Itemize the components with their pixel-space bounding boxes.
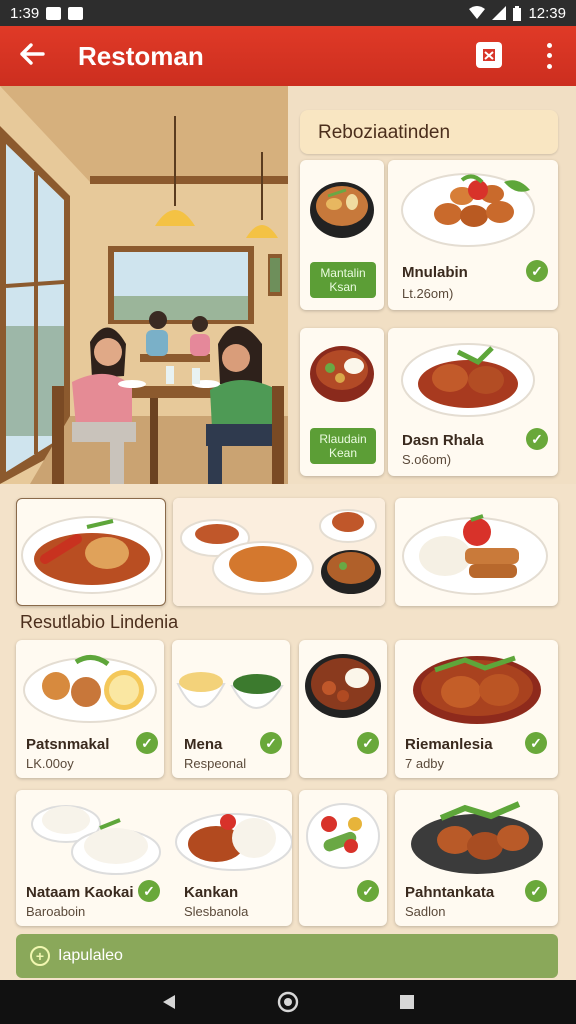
status-clock: 12:39 [528, 4, 566, 22]
app-bar: Restoman [0, 26, 576, 86]
check-icon[interactable]: ✓ [357, 880, 379, 902]
back-arrow-icon[interactable] [0, 40, 64, 72]
food-image [306, 803, 380, 869]
check-icon[interactable]: ✓ [260, 732, 282, 754]
menu-card[interactable]: Mena Respeonal ✓ [172, 640, 290, 778]
order-button[interactable]: Rlaudain Kean [310, 428, 376, 464]
check-icon[interactable]: ✓ [525, 880, 547, 902]
food-image [411, 801, 543, 874]
menu-card[interactable]: Nataam Kaokai Baroaboin ✓ Kankan Slesban… [16, 790, 292, 926]
check-icon[interactable]: ✓ [525, 732, 547, 754]
food-image [401, 343, 535, 417]
food-image [401, 173, 535, 247]
food-image [413, 655, 541, 724]
food-image [310, 182, 374, 238]
system-nav-bar [0, 980, 576, 1024]
food-gallery-card[interactable] [16, 498, 166, 606]
dish-name: Patsnmakal [26, 736, 110, 753]
food-image [176, 672, 284, 709]
action-icon[interactable] [476, 42, 502, 68]
page-title: Restoman [78, 40, 204, 71]
notification-icon [46, 6, 62, 20]
home-circle-icon[interactable] [277, 991, 299, 1013]
food-image [21, 516, 163, 594]
wifi-icon [469, 6, 486, 19]
featured-card[interactable]: Mnulabin Lt.26om) ✓ [388, 160, 558, 310]
featured-header: Reboziaatinden [300, 110, 558, 154]
food-image [402, 514, 548, 595]
menu-card[interactable]: ✓ [299, 640, 387, 778]
bottom-action-label: Iapulaleo [58, 947, 123, 964]
food-image [305, 654, 381, 718]
food-image [173, 498, 385, 606]
featured-thumb-card[interactable]: Mantalin Ksan [300, 160, 384, 310]
food-image [23, 655, 157, 723]
check-icon[interactable]: ✓ [136, 732, 158, 754]
menu-card[interactable]: Riemanlesia 7 adby ✓ [395, 640, 558, 778]
add-icon: + [30, 946, 50, 966]
dish-price: S.o6om) [402, 452, 452, 467]
order-button[interactable]: Mantalin Ksan [310, 262, 376, 298]
back-triangle-icon[interactable] [160, 993, 178, 1011]
dish-price: 7 adby [405, 756, 445, 771]
status-bar: 1:39 12:39 [0, 0, 576, 26]
food-image [31, 805, 292, 875]
dish-name: Nataam Kaokai [26, 884, 134, 901]
check-icon[interactable]: ✓ [138, 880, 160, 902]
menu-card[interactable]: ✓ [299, 790, 387, 926]
recents-square-icon[interactable] [398, 993, 416, 1011]
dish-name: Kankan [184, 884, 239, 901]
check-icon[interactable]: ✓ [357, 732, 379, 754]
check-icon[interactable]: ✓ [526, 428, 548, 450]
dish-price: Slesbanola [184, 904, 249, 919]
featured-thumb-card[interactable]: Rlaudain Kean [300, 328, 384, 476]
dish-name: Mnulabin [402, 264, 468, 281]
food-image [310, 346, 374, 402]
dish-name: Riemanlesia [405, 736, 493, 753]
dish-name: Pahntankata [405, 884, 495, 901]
bottom-action-bar[interactable]: + Iapulaleo [16, 934, 558, 978]
restaurant-scene-image [0, 86, 288, 484]
signal-icon [492, 6, 507, 20]
dish-price: Sadlon [405, 904, 446, 919]
menu-card[interactable]: Pahntankata Sadlon ✓ [395, 790, 558, 926]
food-gallery-card[interactable] [173, 498, 385, 606]
check-icon[interactable]: ✓ [526, 260, 548, 282]
more-vert-icon[interactable] [540, 40, 558, 72]
dish-name: Mena [184, 736, 223, 753]
menu-card[interactable]: Patsnmakal LK.00oy ✓ [16, 640, 164, 778]
dish-price: Baroaboin [26, 904, 86, 919]
notification-icon [68, 6, 84, 20]
food-gallery-card[interactable] [395, 498, 558, 606]
status-time: 1:39 [10, 4, 40, 22]
dish-price: Lt.26om) [402, 286, 454, 301]
dish-name: Dasn Rhala [402, 432, 484, 449]
featured-card[interactable]: Dasn Rhala S.o6om) ✓ [388, 328, 558, 476]
dish-price: Respeonal [184, 756, 247, 771]
section-title: Resutlabio Lindenia [20, 612, 179, 632]
dish-price: LK.00oy [26, 756, 74, 771]
battery-icon [513, 5, 522, 21]
